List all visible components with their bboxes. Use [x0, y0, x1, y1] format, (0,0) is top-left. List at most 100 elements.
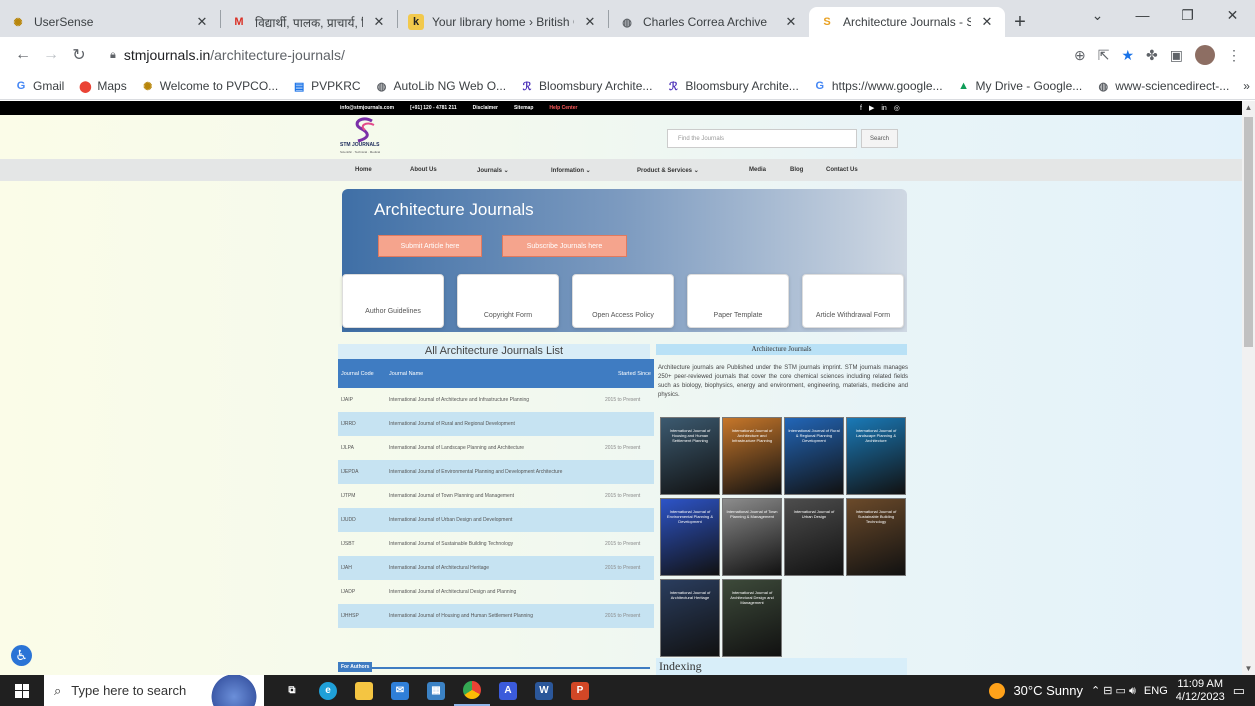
search-button[interactable]: Search — [861, 129, 898, 148]
mail-button[interactable]: ✉ — [382, 675, 418, 706]
table-row[interactable]: IJADP International Journal of Architectu… — [338, 580, 654, 604]
nav-journals[interactable]: Journals ⌄ — [477, 167, 551, 174]
journal-name-cell[interactable]: International Journal of Urban Design an… — [386, 508, 602, 532]
topbar-help-link[interactable]: Help Center — [549, 105, 577, 111]
journal-name-cell[interactable]: International Journal of Rural and Regio… — [386, 412, 602, 436]
restore-button[interactable]: ❐ — [1165, 0, 1210, 30]
bookmark-pvpkrc[interactable]: ▤ PVPKRC — [292, 79, 361, 93]
topbar-disclaimer-link[interactable]: Disclaimer — [473, 105, 498, 111]
nav-about[interactable]: About Us — [410, 167, 477, 173]
journal-name-cell[interactable]: International Journal of Sustainable Bui… — [386, 532, 602, 556]
bookmark-drive[interactable]: ▲ My Drive - Google... — [957, 79, 1082, 93]
taskbar-search[interactable]: ⌕ Type here to search — [44, 675, 264, 706]
extensions-icon[interactable]: ✤ — [1146, 47, 1158, 64]
notifications-icon[interactable]: ▭ — [1233, 683, 1245, 699]
facebook-icon[interactable]: f — [860, 105, 862, 112]
journal-cover[interactable]: International Journal of Architectural D… — [722, 579, 782, 657]
table-row[interactable]: IJLPA International Journal of Landscape … — [338, 436, 654, 460]
nav-home[interactable]: Home — [355, 167, 410, 173]
nav-blog[interactable]: Blog — [790, 167, 826, 173]
back-button[interactable]: ← — [10, 42, 36, 68]
scroll-up-icon[interactable]: ▲ — [1242, 103, 1255, 112]
topbar-email[interactable]: info@stmjournals.com — [340, 105, 394, 111]
tab-correa[interactable]: ◍ Charles Correa Archive ✕ — [609, 7, 809, 37]
address-bar[interactable]: 🔒︎ stmjournals.in/architecture-journals/ — [100, 41, 1074, 69]
window-close-button[interactable]: ✕ — [1210, 0, 1255, 30]
nav-contact[interactable]: Contact Us — [826, 167, 858, 173]
tab-architecture-journals[interactable]: S Architecture Journals - STM J ✕ — [809, 7, 1005, 37]
bookmark-bloomsbury-2[interactable]: ℛ Bloomsbury Archite... — [666, 79, 799, 93]
page-scrollbar[interactable]: ▲ ▼ — [1242, 101, 1255, 675]
journal-cover[interactable]: International Journal of Town Planning &… — [722, 498, 782, 576]
journal-search-input[interactable]: Find the Journals — [667, 129, 857, 148]
open-access-policy-card[interactable]: Open Access Policy — [572, 274, 674, 328]
chrome-button[interactable] — [454, 675, 490, 706]
journal-cover[interactable]: International Journal of Housing and Hum… — [660, 417, 720, 495]
ai-app-button[interactable]: A — [490, 675, 526, 706]
close-icon[interactable]: ✕ — [582, 14, 598, 30]
accessibility-icon[interactable]: ♿︎ — [11, 645, 32, 666]
nav-media[interactable]: Media — [749, 167, 790, 173]
forward-button[interactable]: → — [38, 42, 64, 68]
journal-name-cell[interactable]: International Journal of Architecture an… — [386, 388, 602, 412]
journal-name-cell[interactable]: International Journal of Architectural D… — [386, 580, 602, 604]
input-language[interactable]: ENG — [1144, 685, 1168, 697]
journal-cover[interactable]: International Journal of Environmental P… — [660, 498, 720, 576]
stm-logo[interactable]: STM JOURNALS Scientific · Technical · Me… — [340, 117, 400, 159]
table-row[interactable]: IJSBT International Journal of Sustainabl… — [338, 532, 654, 556]
instagram-icon[interactable]: ◎ — [894, 104, 900, 112]
chevron-down-icon[interactable]: ⌄ — [1075, 0, 1120, 30]
table-row[interactable]: IJRRD International Journal of Rural and … — [338, 412, 654, 436]
subscribe-journals-button[interactable]: Subscribe Journals here — [502, 235, 627, 257]
close-icon[interactable]: ✕ — [783, 14, 799, 30]
table-row[interactable]: IJUDD International Journal of Urban Desi… — [338, 508, 654, 532]
linkedin-icon[interactable]: in — [881, 105, 886, 112]
profile-avatar[interactable] — [1195, 45, 1215, 65]
journal-name-cell[interactable]: International Journal of Town Planning a… — [386, 484, 602, 508]
zoom-icon[interactable]: ⊕ — [1074, 47, 1086, 64]
journal-cover[interactable]: International Journal of Sustainable Bui… — [846, 498, 906, 576]
reload-button[interactable]: ↻ — [66, 42, 92, 68]
bookmark-star-icon[interactable]: ★ — [1121, 47, 1134, 64]
file-explorer-button[interactable] — [346, 675, 382, 706]
clock[interactable]: 11:09 AM 4/12/2023 — [1176, 678, 1225, 704]
nav-products[interactable]: Product & Services ⌄ — [637, 167, 749, 174]
tab-library[interactable]: k Your library home › British Co ✕ — [398, 7, 608, 37]
task-view-button[interactable]: ⧉ — [274, 675, 310, 706]
journal-cover[interactable]: International Journal of Architecture an… — [722, 417, 782, 495]
menu-icon[interactable]: ⋮ — [1227, 47, 1241, 64]
word-button[interactable]: W — [526, 675, 562, 706]
bookmarks-overflow-button[interactable]: » — [1243, 79, 1250, 93]
powerpoint-button[interactable]: P — [562, 675, 598, 706]
nav-information[interactable]: Information ⌄ — [551, 167, 637, 174]
journal-name-cell[interactable]: International Journal of Landscape Plann… — [386, 436, 602, 460]
tab-usersense[interactable]: ✺ UserSense ✕ — [0, 7, 220, 37]
scroll-down-icon[interactable]: ▼ — [1242, 664, 1255, 673]
paper-template-card[interactable]: Paper Template — [687, 274, 789, 328]
journal-cover[interactable]: International Journal of Landscape Plann… — [846, 417, 906, 495]
store-button[interactable]: ▦ — [418, 675, 454, 706]
bookmark-autolib[interactable]: ◍ AutoLib NG Web O... — [375, 79, 506, 93]
journal-cover[interactable]: International Journal of Urban Design — [784, 498, 844, 576]
topbar-sitemap-link[interactable]: Sitemap — [514, 105, 533, 111]
minimize-button[interactable]: — — [1120, 0, 1165, 30]
bookmark-maps[interactable]: ⬤ Maps — [78, 79, 127, 93]
youtube-icon[interactable]: ▶ — [869, 104, 874, 112]
journal-cover[interactable]: International Journal of Architectural H… — [660, 579, 720, 657]
new-tab-button[interactable]: + — [1005, 7, 1035, 37]
journal-name-cell[interactable]: International Journal of Environmental P… — [386, 460, 602, 484]
close-icon[interactable]: ✕ — [979, 14, 995, 30]
copyright-form-card[interactable]: Copyright Form — [457, 274, 559, 328]
bookmark-gmail[interactable]: G Gmail — [14, 79, 65, 93]
bookmark-bloomsbury-1[interactable]: ℛ Bloomsbury Archite... — [520, 79, 653, 93]
author-guidelines-card[interactable]: Author Guidelines — [342, 274, 444, 328]
start-button[interactable] — [0, 675, 44, 706]
sidepanel-icon[interactable]: ▣ — [1170, 47, 1183, 64]
table-row[interactable]: IJHHSP International Journal of Housing a… — [338, 604, 654, 628]
tab-gmail[interactable]: M विद्यार्थी, पालक, प्राचार्य, शिक्षक,सं… — [221, 7, 397, 37]
table-row[interactable]: IJAIP International Journal of Architectu… — [338, 388, 654, 412]
edge-button[interactable]: e — [310, 675, 346, 706]
article-withdrawal-card[interactable]: Article Withdrawal Form — [802, 274, 904, 328]
bookmark-google[interactable]: Ghttps://www.google... — [813, 79, 943, 93]
bookmark-sciencedirect[interactable]: ◍ www-sciencedirect-... — [1096, 79, 1229, 93]
